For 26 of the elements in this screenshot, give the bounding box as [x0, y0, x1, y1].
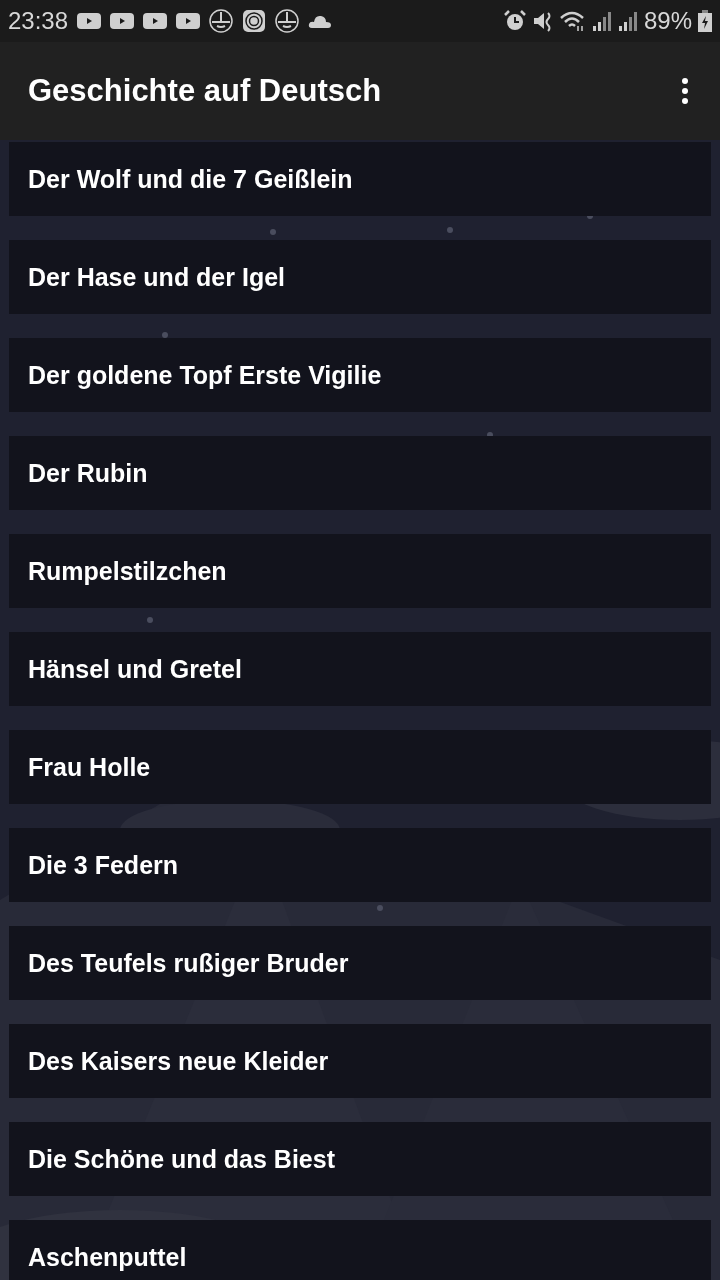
- more-options-icon[interactable]: [680, 77, 690, 105]
- play-icon: [110, 13, 135, 29]
- wifi-icon: [559, 10, 586, 32]
- app-title: Geschichte auf Deutsch: [28, 73, 382, 109]
- battery-charging-icon: [698, 10, 712, 32]
- signal-icon: [591, 10, 612, 32]
- story-list-item[interactable]: Aschenputtel: [9, 1220, 711, 1280]
- story-list-item[interactable]: Hänsel und Gretel: [9, 632, 711, 706]
- alarm-icon: [503, 10, 526, 32]
- story-list-item[interactable]: Des Teufels rußiger Bruder: [9, 926, 711, 1000]
- signal-icon: [617, 10, 638, 32]
- play-icon: [143, 13, 168, 29]
- story-list-item[interactable]: Frau Holle: [9, 730, 711, 804]
- story-list-item[interactable]: Der Rubin: [9, 436, 711, 510]
- story-list-item[interactable]: Der goldene Topf Erste Vigilie: [9, 338, 711, 412]
- story-list-item[interactable]: Die 3 Federn: [9, 828, 711, 902]
- story-list-item[interactable]: Der Hase und der Igel: [9, 240, 711, 314]
- play-icon: [176, 13, 201, 29]
- play-icon: [77, 13, 102, 29]
- story-list-item[interactable]: Der Wolf und die 7 Geißlein: [9, 142, 711, 216]
- battery-percent: 89%: [643, 7, 692, 35]
- story-list-item[interactable]: Die Schöne und das Biest: [9, 1122, 711, 1196]
- cloud-icon: [308, 14, 333, 28]
- clock-time: 23:38: [8, 7, 69, 35]
- story-list-item[interactable]: Rumpelstilzchen: [9, 534, 711, 608]
- story-list-item[interactable]: Des Kaisers neue Kleider: [9, 1024, 711, 1098]
